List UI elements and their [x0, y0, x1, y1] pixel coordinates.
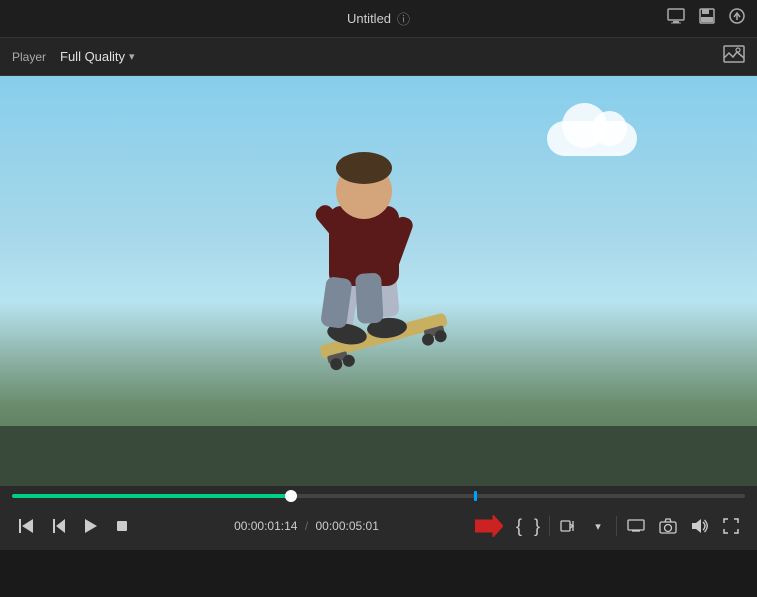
stop-button[interactable] [108, 514, 136, 538]
step-back-button[interactable] [44, 513, 72, 539]
volume-button[interactable] [685, 512, 715, 540]
clip-chevron-button[interactable]: ▾ [584, 516, 612, 537]
progress-thumb[interactable] [285, 490, 297, 502]
controls-bar: 00:00:01:14 / 00:00:05:01 { } [0, 502, 757, 550]
time-separator: / [305, 519, 308, 533]
clip-button[interactable] [554, 512, 582, 540]
halfpipe-bg [0, 426, 757, 486]
play-button[interactable] [76, 513, 104, 539]
image-view-icon[interactable] [723, 45, 745, 68]
output-monitor-button[interactable] [621, 513, 651, 539]
quality-dropdown[interactable]: Full Quality ▾ [54, 45, 141, 68]
title-bar-right [667, 8, 745, 29]
current-time: 00:00:01:14 [234, 519, 297, 533]
progress-marker [474, 491, 477, 501]
snapshot-button[interactable] [653, 512, 683, 540]
progress-track[interactable] [12, 494, 745, 498]
separator-2 [616, 516, 617, 536]
cloud-decoration [547, 121, 637, 156]
skip-back-button[interactable] [12, 513, 40, 539]
window-title: Untitled [347, 11, 391, 26]
right-controls: { } ▾ [469, 511, 745, 541]
progress-area [0, 486, 757, 502]
info-icon[interactable]: ⓘ [397, 9, 410, 28]
skater-figure [239, 86, 519, 406]
title-bar: Untitled ⓘ [0, 0, 757, 38]
total-time: 00:00:05:01 [316, 519, 379, 533]
video-content [239, 86, 519, 411]
fullscreen-button[interactable] [717, 512, 745, 540]
arrow-right-icon[interactable] [469, 511, 509, 541]
player-label: Player [12, 50, 46, 64]
video-player [0, 76, 757, 486]
chevron-down-icon: ▾ [129, 50, 135, 63]
title-bar-center: Untitled ⓘ [347, 9, 410, 28]
separator-1 [549, 516, 550, 536]
mark-in-button[interactable]: { [511, 512, 527, 541]
save-icon[interactable] [699, 8, 715, 29]
monitor-icon[interactable] [667, 8, 685, 29]
time-display: 00:00:01:14 / 00:00:05:01 [234, 519, 379, 533]
toolbar: Player Full Quality ▾ [0, 38, 757, 76]
progress-fill [12, 494, 291, 498]
upload-icon[interactable] [729, 8, 745, 29]
quality-label: Full Quality [60, 49, 125, 64]
mark-out-button[interactable]: } [529, 512, 545, 541]
